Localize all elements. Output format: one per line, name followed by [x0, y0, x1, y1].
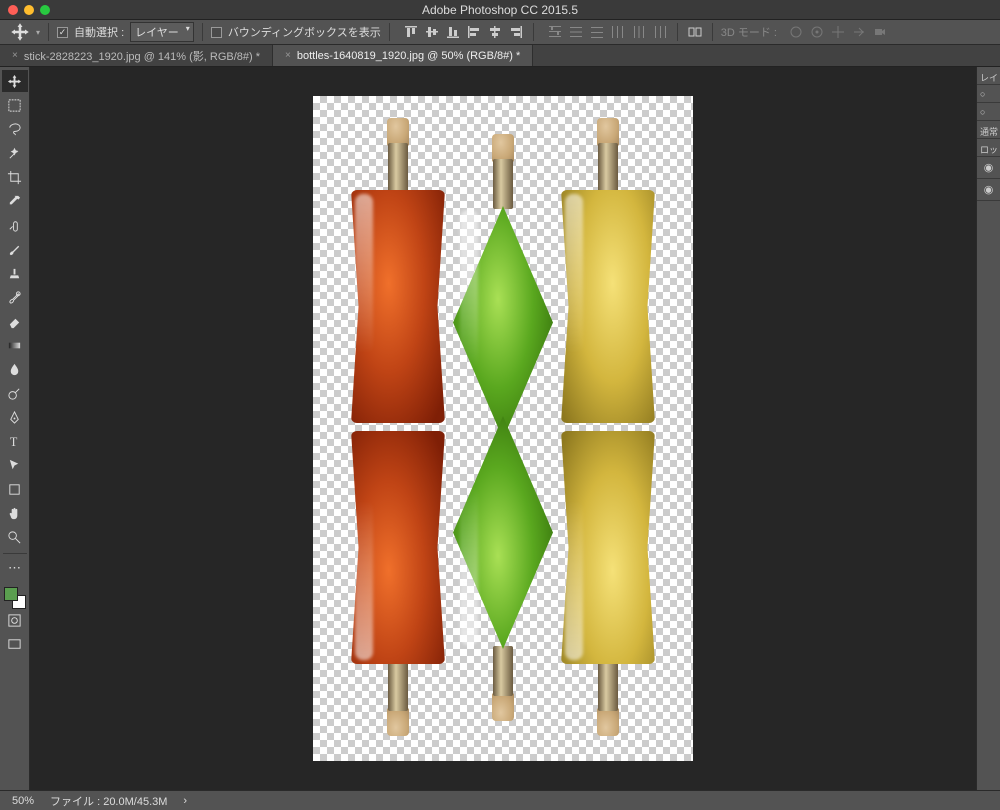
panel-lock-label[interactable]: ロッ — [977, 139, 1000, 157]
align-top-icon[interactable] — [402, 23, 420, 41]
distribute-hcenter-icon[interactable] — [630, 23, 648, 41]
color-swatches[interactable] — [4, 587, 26, 609]
move-tool-icon[interactable] — [10, 22, 30, 42]
layer-dropdown[interactable]: レイヤー — [130, 22, 194, 42]
file-info[interactable]: ファイル : 20.0M/45.3M — [50, 793, 167, 809]
panel-row[interactable]: ○ — [977, 103, 1000, 121]
distribute-bottom-icon[interactable] — [588, 23, 606, 41]
tab-label: stick-2828223_1920.jpg @ 141% (影, RGB/8#… — [24, 48, 260, 64]
show-bbox-checkbox[interactable] — [211, 27, 222, 38]
3d-camera-icon — [871, 23, 889, 41]
magic-wand-tool[interactable] — [2, 142, 28, 164]
document-tabs: × stick-2828223_1920.jpg @ 141% (影, RGB/… — [0, 45, 1000, 67]
3d-orbit-icon — [787, 23, 805, 41]
distribute-left-icon[interactable] — [609, 23, 627, 41]
document-canvas[interactable] — [313, 96, 693, 761]
distribute-buttons-group — [546, 23, 669, 41]
tab-close-icon[interactable]: × — [285, 50, 291, 61]
marquee-tool[interactable] — [2, 94, 28, 116]
3d-slide-icon — [850, 23, 868, 41]
auto-align-icon[interactable] — [686, 23, 704, 41]
align-vcenter-icon[interactable] — [423, 23, 441, 41]
3d-roll-icon — [808, 23, 826, 41]
history-brush-tool[interactable] — [2, 286, 28, 308]
panel-blend-mode[interactable]: 通常 — [977, 121, 1000, 139]
distribute-top-icon[interactable] — [546, 23, 564, 41]
svg-text:T: T — [10, 435, 18, 449]
layer-visibility-icon[interactable]: ◉ — [977, 157, 1000, 179]
auto-select-checkbox[interactable]: ✓ — [57, 27, 68, 38]
zoom-tool[interactable] — [2, 526, 28, 548]
type-tool[interactable]: T — [2, 430, 28, 452]
workspace: T ⋯ — [0, 67, 1000, 790]
screen-mode-icon[interactable] — [2, 633, 28, 655]
mode-3d-icons — [787, 23, 889, 41]
bottle-gold-mirror — [553, 431, 663, 736]
options-bar: ▾ ✓ 自動選択 : レイヤー バウンディングボックスを表示 3D モード : — [0, 20, 1000, 45]
bottle-green — [448, 134, 558, 439]
show-bbox-label: バウンディングボックスを表示 — [228, 24, 381, 40]
clone-stamp-tool[interactable] — [2, 262, 28, 284]
tab-close-icon[interactable]: × — [12, 50, 18, 61]
pen-tool[interactable] — [2, 406, 28, 428]
gradient-tool[interactable] — [2, 334, 28, 356]
dodge-tool[interactable] — [2, 382, 28, 404]
foreground-color-swatch[interactable] — [4, 587, 18, 601]
layer-visibility-icon[interactable]: ◉ — [977, 179, 1000, 201]
distribute-right-icon[interactable] — [651, 23, 669, 41]
brush-tool[interactable] — [2, 238, 28, 260]
zoom-level[interactable]: 50% — [12, 795, 34, 807]
bottle-red — [343, 118, 453, 423]
statusbar-arrow-icon[interactable]: › — [183, 795, 187, 807]
hand-tool[interactable] — [2, 502, 28, 524]
tab-label: bottles-1640819_1920.jpg @ 50% (RGB/8#) … — [297, 50, 520, 62]
bottle-gold — [553, 118, 663, 423]
blur-tool[interactable] — [2, 358, 28, 380]
right-panels-strip: レイ ○ ○ 通常 ロッ ◉ ◉ — [976, 67, 1000, 790]
document-tab-active[interactable]: × bottles-1640819_1920.jpg @ 50% (RGB/8#… — [273, 45, 533, 66]
document-tab-inactive[interactable]: × stick-2828223_1920.jpg @ 141% (影, RGB/… — [0, 45, 273, 66]
window-minimize-button[interactable] — [24, 5, 34, 15]
align-bottom-icon[interactable] — [444, 23, 462, 41]
canvas-viewport[interactable] — [30, 67, 976, 790]
move-tool[interactable] — [2, 70, 28, 92]
path-select-tool[interactable] — [2, 454, 28, 476]
quick-mask-icon[interactable] — [2, 609, 28, 631]
window-maximize-button[interactable] — [40, 5, 50, 15]
healing-brush-tool[interactable] — [2, 214, 28, 236]
shape-tool[interactable] — [2, 478, 28, 500]
eraser-tool[interactable] — [2, 310, 28, 332]
crop-tool[interactable] — [2, 166, 28, 188]
title-bar: Adobe Photoshop CC 2015.5 — [0, 0, 1000, 20]
align-right-icon[interactable] — [507, 23, 525, 41]
3d-pan-icon — [829, 23, 847, 41]
auto-select-label: 自動選択 : — [74, 24, 124, 40]
bottle-red-mirror — [343, 431, 453, 736]
status-bar: 50% ファイル : 20.0M/45.3M › — [0, 790, 1000, 810]
eyedropper-tool[interactable] — [2, 190, 28, 212]
panel-label-layers[interactable]: レイ — [977, 67, 1000, 85]
edit-toolbar-icon[interactable]: ⋯ — [2, 557, 28, 579]
window-close-button[interactable] — [8, 5, 18, 15]
align-hcenter-icon[interactable] — [486, 23, 504, 41]
tools-panel: T ⋯ — [0, 67, 30, 790]
bottle-green-mirror — [448, 416, 558, 721]
lasso-tool[interactable] — [2, 118, 28, 140]
align-left-icon[interactable] — [465, 23, 483, 41]
panel-row[interactable]: ○ — [977, 85, 1000, 103]
mode-3d-label: 3D モード : — [721, 24, 777, 40]
window-controls — [0, 5, 50, 15]
distribute-vcenter-icon[interactable] — [567, 23, 585, 41]
align-buttons-group — [402, 23, 525, 41]
app-title: Adobe Photoshop CC 2015.5 — [422, 3, 578, 17]
